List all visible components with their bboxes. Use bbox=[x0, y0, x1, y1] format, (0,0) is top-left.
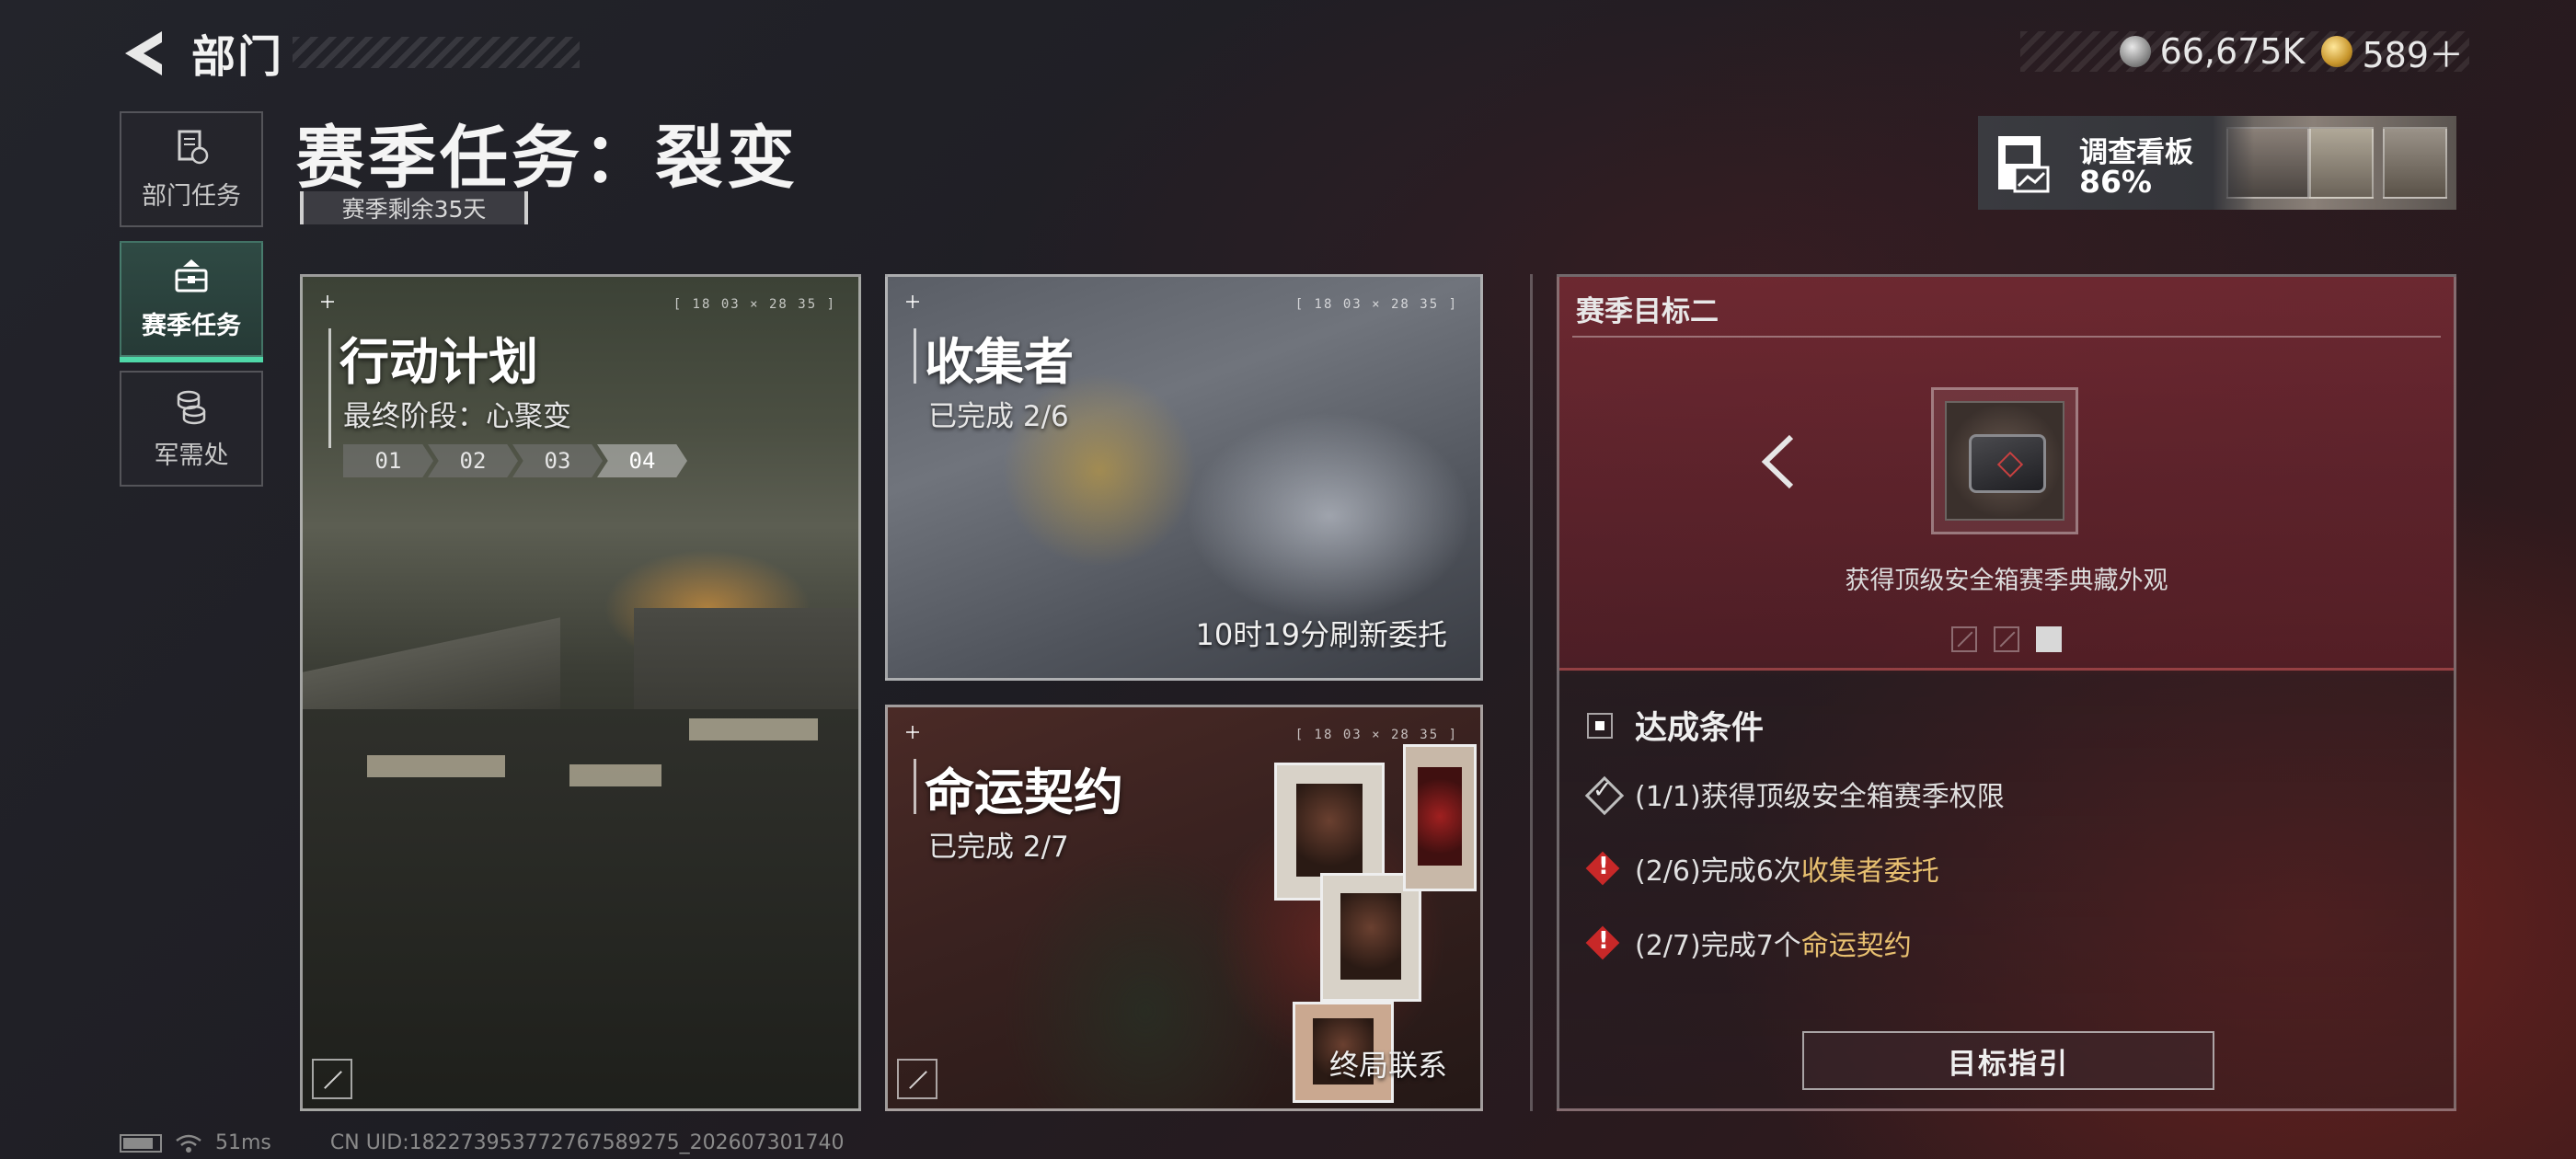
battery-icon bbox=[120, 1133, 162, 1153]
status-footer: 51ms CN UID:182273953772767589275_202607… bbox=[120, 1131, 845, 1154]
safe-box-icon bbox=[1969, 434, 2046, 493]
condition-text: (2/7)完成7个 bbox=[1635, 930, 1801, 962]
silver-coin-icon bbox=[2119, 36, 2151, 67]
card-title: 收集者 bbox=[925, 333, 1074, 391]
currency-value: 66,675K bbox=[2159, 31, 2306, 72]
stage-progress: 01 02 03 04 bbox=[343, 444, 687, 477]
conditions-header: 达成条件 bbox=[1587, 702, 1764, 749]
ping-value: 51ms bbox=[215, 1131, 271, 1154]
warning-diamond-icon bbox=[1585, 925, 1620, 960]
refresh-timer: 10时19分刷新委托 bbox=[1195, 617, 1447, 652]
card-subtitle: 已完成 2/7 bbox=[928, 831, 1069, 864]
reward-item[interactable] bbox=[1931, 387, 2078, 534]
card-subtitle: 已完成 2/6 bbox=[928, 400, 1069, 433]
back-arrow-icon[interactable] bbox=[120, 28, 166, 79]
card-code: [ 18 03 × 28 35 ] bbox=[1294, 297, 1458, 312]
operation-plan-card[interactable]: [ 18 03 × 28 35 ] 行动计划 最终阶段：心聚变 01 02 03… bbox=[300, 274, 861, 1111]
currency-value: 589＋ bbox=[2362, 34, 2464, 75]
page-title: 赛季任务：裂变 bbox=[296, 119, 799, 198]
sidebar-item-label: 军需处 bbox=[154, 441, 229, 470]
header-stripe bbox=[293, 37, 580, 68]
sidebar-item-department-tasks[interactable]: 部门任务 bbox=[120, 111, 263, 227]
currency-silver[interactable]: 66,675K bbox=[2119, 31, 2306, 72]
board-progress: 86% bbox=[2079, 164, 2152, 200]
square-bullet-icon bbox=[1587, 712, 1613, 739]
board-icon bbox=[1998, 136, 2050, 193]
card-code: [ 18 03 × 28 35 ] bbox=[673, 297, 836, 312]
conditions-title: 达成条件 bbox=[1635, 710, 1765, 747]
card-subtitle: 最终阶段：心聚变 bbox=[343, 400, 571, 433]
condition-link[interactable]: 收集者委托 bbox=[1801, 855, 1939, 888]
sidebar-item-season-tasks[interactable]: 赛季任务 bbox=[120, 241, 263, 362]
corner-mark bbox=[906, 726, 919, 739]
divider bbox=[1530, 274, 1533, 1111]
stage-step: 03 bbox=[512, 444, 603, 477]
user-uid: CN UID:182273953772767589275_20260730174… bbox=[329, 1131, 845, 1154]
expand-icon[interactable] bbox=[897, 1059, 937, 1099]
page-dot[interactable] bbox=[1951, 626, 1977, 652]
investigation-board-button[interactable]: 调查看板 86% bbox=[1978, 116, 2456, 210]
stage-step: 01 bbox=[343, 444, 433, 477]
page-dot[interactable] bbox=[1994, 626, 2019, 652]
card-title: 行动计划 bbox=[339, 333, 538, 391]
check-diamond-icon bbox=[1585, 776, 1620, 811]
poster-image bbox=[1403, 744, 1477, 891]
expand-icon[interactable] bbox=[312, 1059, 352, 1099]
sidebar-item-label: 赛季任务 bbox=[142, 311, 241, 340]
condition-link[interactable]: 命运契约 bbox=[1801, 930, 1912, 962]
collector-card[interactable]: [ 18 03 × 28 35 ] 收集者 已完成 2/6 10时19分刷新委托 bbox=[885, 274, 1483, 681]
season-goal-panel: 赛季目标二 获得顶级安全箱赛季典藏外观 达成条件 (1/1)获得顶级安全箱赛季权… bbox=[1557, 274, 2456, 1111]
card-title: 命运契约 bbox=[925, 763, 1123, 821]
wifi-icon bbox=[176, 1134, 201, 1153]
fate-contract-card[interactable]: [ 18 03 × 28 35 ] 命运契约 已完成 2/7 终局联系 bbox=[885, 705, 1483, 1111]
season-remaining-badge: 赛季剩余35天 bbox=[300, 191, 528, 224]
chevron-left-icon[interactable] bbox=[1754, 431, 1800, 492]
condition-row: (2/7)完成7个命运契约 bbox=[1585, 923, 1912, 963]
card-footer-label: 终局联系 bbox=[1328, 1048, 1447, 1083]
goal-guide-button[interactable]: 目标指引 bbox=[1802, 1031, 2214, 1090]
sidebar-item-label: 部门任务 bbox=[142, 181, 241, 211]
condition-text: (1/1)获得顶级安全箱赛季权限 bbox=[1635, 781, 2005, 813]
board-thumbnail bbox=[2309, 127, 2374, 199]
stage-step: 02 bbox=[428, 444, 518, 477]
gold-coin-icon bbox=[2321, 36, 2353, 67]
corner-mark bbox=[321, 295, 334, 308]
page-dot-active[interactable] bbox=[2036, 626, 2062, 652]
page-indicator bbox=[1951, 626, 2062, 652]
poster-image bbox=[1320, 873, 1421, 1002]
card-code: [ 18 03 × 28 35 ] bbox=[1294, 728, 1458, 742]
corner-mark bbox=[906, 295, 919, 308]
coins-icon bbox=[177, 390, 206, 424]
condition-row: (1/1)获得顶级安全箱赛季权限 bbox=[1585, 774, 2005, 814]
warning-diamond-icon bbox=[1585, 851, 1620, 886]
document-icon bbox=[178, 130, 209, 164]
condition-row: (2/6)完成6次收集者委托 bbox=[1585, 848, 1939, 889]
stage-step-current: 04 bbox=[597, 444, 687, 477]
briefcase-icon bbox=[175, 258, 208, 292]
currency-bar: 66,675K 589＋ bbox=[2020, 31, 2469, 75]
sidebar-item-quartermaster[interactable]: 军需处 bbox=[120, 371, 263, 487]
currency-gold[interactable]: 589＋ bbox=[2321, 27, 2464, 77]
condition-text: (2/6)完成6次 bbox=[1635, 855, 1801, 888]
board-thumbnail bbox=[2383, 127, 2447, 199]
reward-description: 获得顶级安全箱赛季典藏外观 bbox=[1845, 567, 2168, 595]
goal-title: 赛季目标二 bbox=[1576, 295, 1719, 328]
header-title: 部门 bbox=[191, 31, 284, 83]
